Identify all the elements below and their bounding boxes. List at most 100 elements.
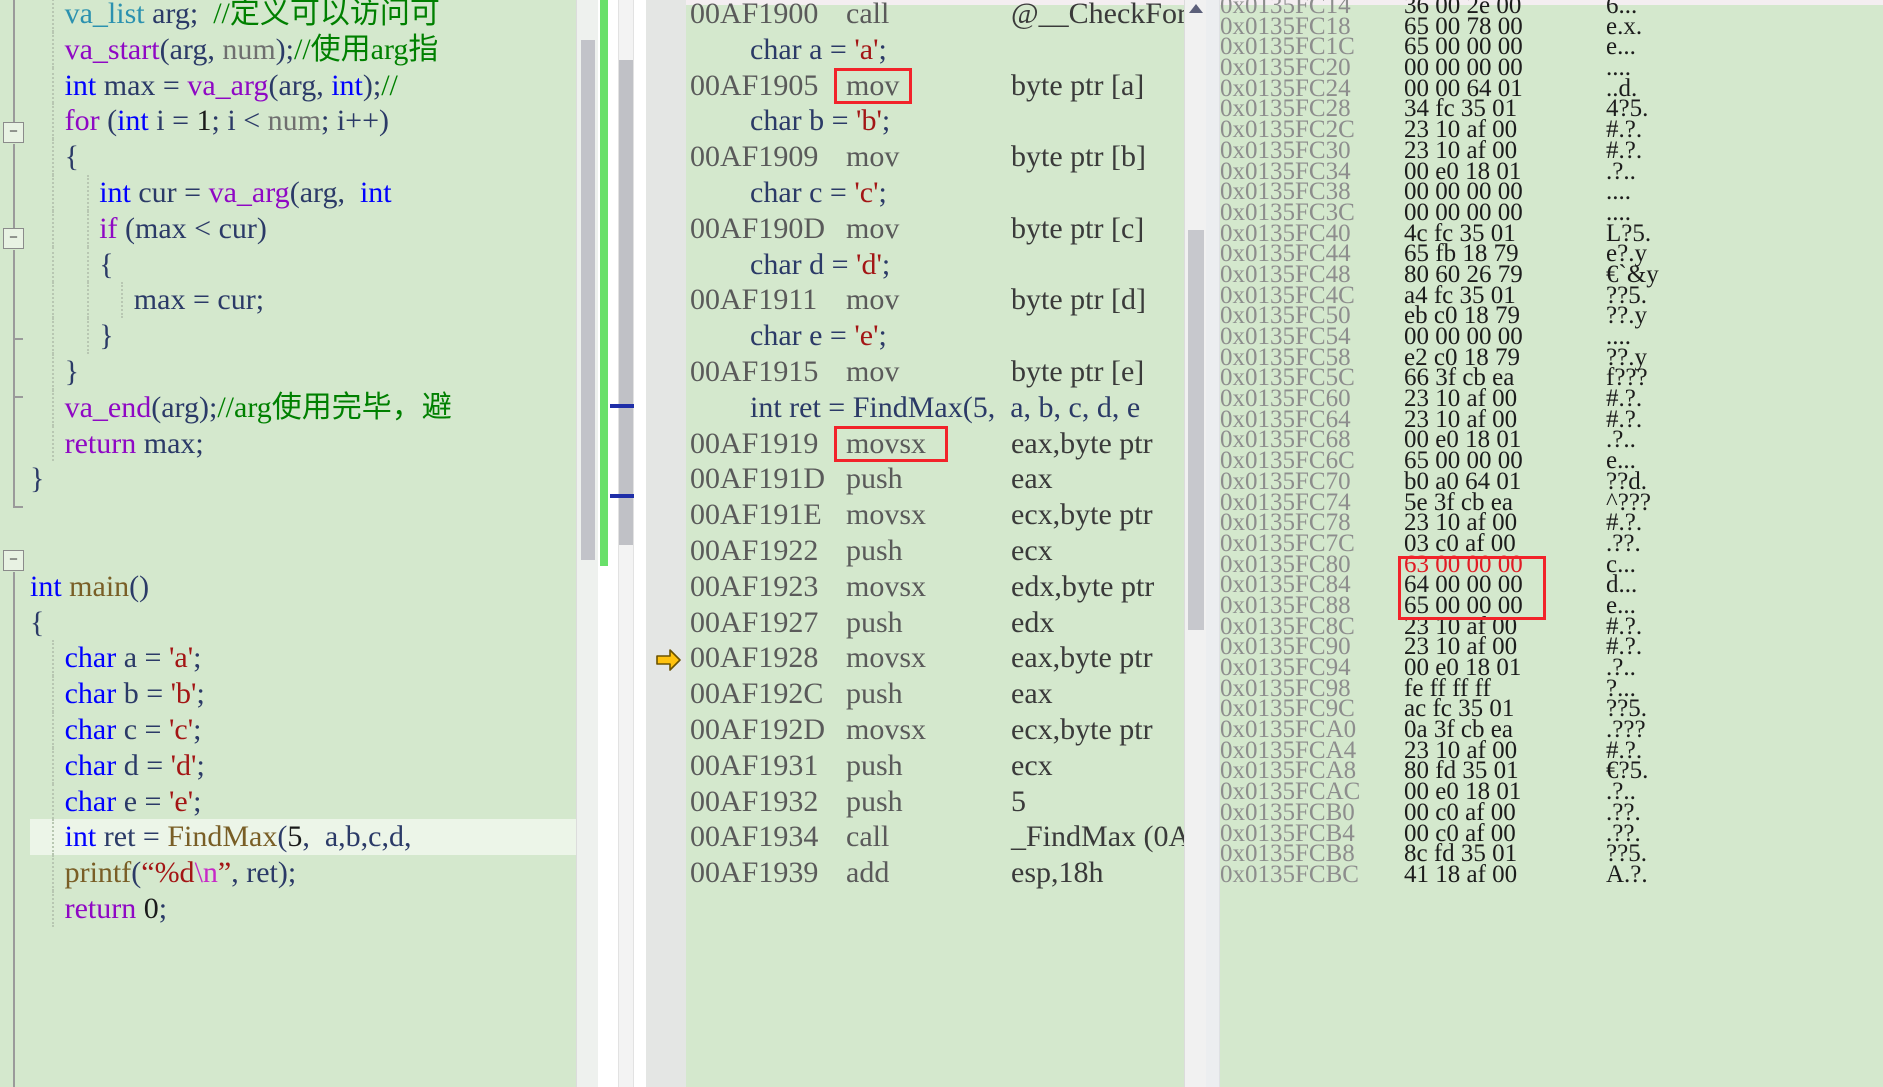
code-line[interactable]: char d = 'd';	[30, 747, 590, 784]
editor-vertical-scrollbar[interactable]	[576, 0, 598, 1087]
disassembly-instruction-row[interactable]: 00AF1928 movsx eax,byte ptr	[646, 640, 1206, 676]
code-line[interactable]	[30, 533, 590, 569]
code-token: ,	[381, 820, 390, 854]
code-token: }	[30, 462, 45, 496]
code-line[interactable]: va_start(arg, num);//使用arg指	[30, 31, 590, 68]
instruction-mnemonic: movsx	[846, 569, 927, 603]
debugger-window: − − − va_list arg; //定义可以访问可 va_start(arg…	[0, 0, 1883, 1087]
code-token: (	[277, 820, 288, 854]
disassembly-instruction-row[interactable]: 00AF1909 mov byte ptr [b]	[646, 139, 1206, 175]
disassembly-panel[interactable]: 00AF1900 call @__CheckForD char a = 'a'; 00A…	[646, 0, 1206, 1087]
code-line[interactable]: printf(“%d\n”, ret);	[30, 855, 590, 891]
code-line[interactable]: int max = va_arg(arg, int);//	[30, 67, 590, 104]
disassembly-source-row[interactable]: char b = 'b';	[646, 103, 1206, 139]
code-token: ;	[193, 784, 202, 818]
code-line-text: va_list arg; //定义可以访问可	[30, 0, 440, 30]
current-instruction-arrow-icon[interactable]	[656, 645, 682, 672]
memory-view-panel[interactable]: 0x0135FC14 36 00 2e 00 6... 0x0135FC18 65 00…	[1206, 0, 1883, 1087]
editor-splitter[interactable]	[598, 0, 646, 1087]
code-line[interactable]: char b = 'b';	[30, 676, 590, 712]
disassembly-source-row[interactable]: char d = 'd';	[646, 247, 1206, 283]
indent-guide	[52, 174, 54, 211]
code-token: <	[235, 104, 268, 138]
disassembly-source-row[interactable]: char e = 'e';	[646, 318, 1206, 354]
indent-guide	[86, 318, 89, 354]
instruction-address: 00AF191E	[690, 498, 822, 532]
code-token: (	[289, 175, 300, 209]
code-line-text: }	[30, 355, 79, 388]
code-line[interactable]: int ret = FindMax(5, a,b,c,d,	[30, 819, 590, 856]
code-line[interactable]: {	[30, 139, 590, 175]
code-line[interactable]: return 0;	[30, 890, 590, 927]
code-text-area[interactable]: va_list arg; //定义可以访问可 va_start(arg, num)…	[30, 0, 590, 963]
disassembly-instruction-row[interactable]: 00AF192C push eax	[646, 676, 1206, 712]
code-token: =	[185, 283, 218, 317]
disassembly-instruction-row[interactable]: 00AF1927 push edx	[646, 605, 1206, 641]
disassembly-instruction-row[interactable]: 00AF1900 call @__CheckForD	[646, 0, 1206, 32]
disassembly-instruction-row[interactable]: 00AF1915 mov byte ptr [e]	[646, 354, 1206, 390]
code-token: arg	[299, 175, 338, 209]
code-line[interactable]: char e = 'e';	[30, 783, 590, 820]
code-line[interactable]: {	[30, 605, 590, 641]
code-line[interactable]: for (int i = 1; i < num; i++)	[30, 103, 590, 140]
instruction-operands: ecx,byte ptr	[1011, 712, 1153, 746]
disassembly-source-row[interactable]: int ret = FindMax(5, a, b, c, d, e	[646, 390, 1206, 426]
indent-guide	[52, 282, 54, 319]
code-token: {	[30, 605, 45, 639]
disassembly-instruction-row[interactable]: 00AF1934 call _FindMax (0A	[646, 819, 1206, 855]
code-line[interactable]: {	[30, 246, 590, 283]
code-token: \n	[194, 856, 218, 890]
disassembly-source-row[interactable]: char c = 'c';	[646, 175, 1206, 211]
instruction-operands: edx,byte ptr	[1011, 569, 1155, 603]
code-line[interactable]: int cur = va_arg(arg, int	[30, 174, 590, 211]
triangle-up-icon[interactable]	[1189, 4, 1203, 13]
disassembly-instruction-row[interactable]: 00AF191E movsx ecx,byte ptr	[646, 497, 1206, 533]
outline-collapse-toggle-1[interactable]: −	[3, 122, 24, 143]
disassembly-instruction-row[interactable]: 00AF1932 push 5	[646, 784, 1206, 820]
code-line[interactable]: max = cur;	[30, 282, 590, 319]
instruction-address: 00AF1919	[690, 426, 819, 460]
code-line[interactable]: char c = 'c';	[30, 711, 590, 748]
disassembly-instruction-row[interactable]: 00AF192D movsx ecx,byte ptr	[646, 712, 1206, 748]
disassembly-rows[interactable]: 00AF1900 call @__CheckForD char a = 'a'; 00A…	[646, 0, 1206, 891]
disassembly-vertical-scrollbar[interactable]	[1184, 0, 1206, 1087]
instruction-mnemonic: movsx	[846, 426, 927, 460]
disassembly-instruction-row[interactable]: 00AF1931 push ecx	[646, 748, 1206, 784]
code-line-text: int main()	[30, 570, 149, 603]
code-token: int	[64, 820, 97, 854]
disassembly-instruction-row[interactable]: 00AF1923 movsx edx,byte ptr	[646, 569, 1206, 605]
code-line[interactable]: }	[30, 318, 590, 354]
code-line[interactable]	[30, 927, 590, 963]
disassembly-scrollbar-thumb[interactable]	[1188, 230, 1204, 630]
disassembly-instruction-row[interactable]: 00AF1919 movsx eax,byte ptr	[646, 425, 1206, 462]
splitter-scrollbar-thumb[interactable]	[619, 60, 633, 545]
instruction-mnemonic: mov	[846, 68, 900, 102]
instruction-operands: byte ptr [d]	[1011, 283, 1146, 317]
disassembly-instruction-row[interactable]: 00AF1939 add esp,18h	[646, 855, 1206, 891]
disassembly-instruction-row[interactable]: 00AF1905 mov byte ptr [a]	[646, 67, 1206, 104]
source-code-editor[interactable]: − − − va_list arg; //定义可以访问可 va_start(arg…	[0, 0, 598, 1087]
disassembly-instruction-row[interactable]: 00AF191D push eax	[646, 461, 1206, 497]
outline-collapse-toggle-2[interactable]: −	[3, 228, 24, 249]
code-line[interactable]: if (max < cur)	[30, 210, 590, 247]
editor-scrollbar-thumb[interactable]	[581, 40, 595, 560]
outline-collapse-toggle-3[interactable]: −	[3, 550, 24, 571]
code-line[interactable]: int main()	[30, 569, 590, 605]
code-line[interactable]: return max;	[30, 425, 590, 462]
code-line[interactable]: }	[30, 461, 590, 497]
code-line[interactable]: va_end(arg);//arg使用完毕，避	[30, 389, 590, 426]
code-token: ,	[231, 856, 247, 890]
disassembly-instruction-row[interactable]: 00AF1911 mov byte ptr [d]	[646, 282, 1206, 318]
code-line[interactable]	[30, 497, 590, 533]
code-token: (	[151, 390, 162, 424]
code-line-text: }	[30, 319, 114, 353]
code-token: int	[30, 569, 62, 603]
disassembly-instruction-row[interactable]: 00AF190D mov byte ptr [c]	[646, 211, 1206, 247]
code-line[interactable]: }	[30, 353, 590, 390]
code-token: }	[99, 319, 114, 353]
code-line[interactable]: char a = 'a';	[30, 640, 590, 677]
code-line[interactable]: va_list arg; //定义可以访问可	[30, 0, 590, 32]
disassembly-instruction-row[interactable]: 00AF1922 push ecx	[646, 533, 1206, 569]
disassembly-source-row[interactable]: char a = 'a';	[646, 32, 1206, 68]
